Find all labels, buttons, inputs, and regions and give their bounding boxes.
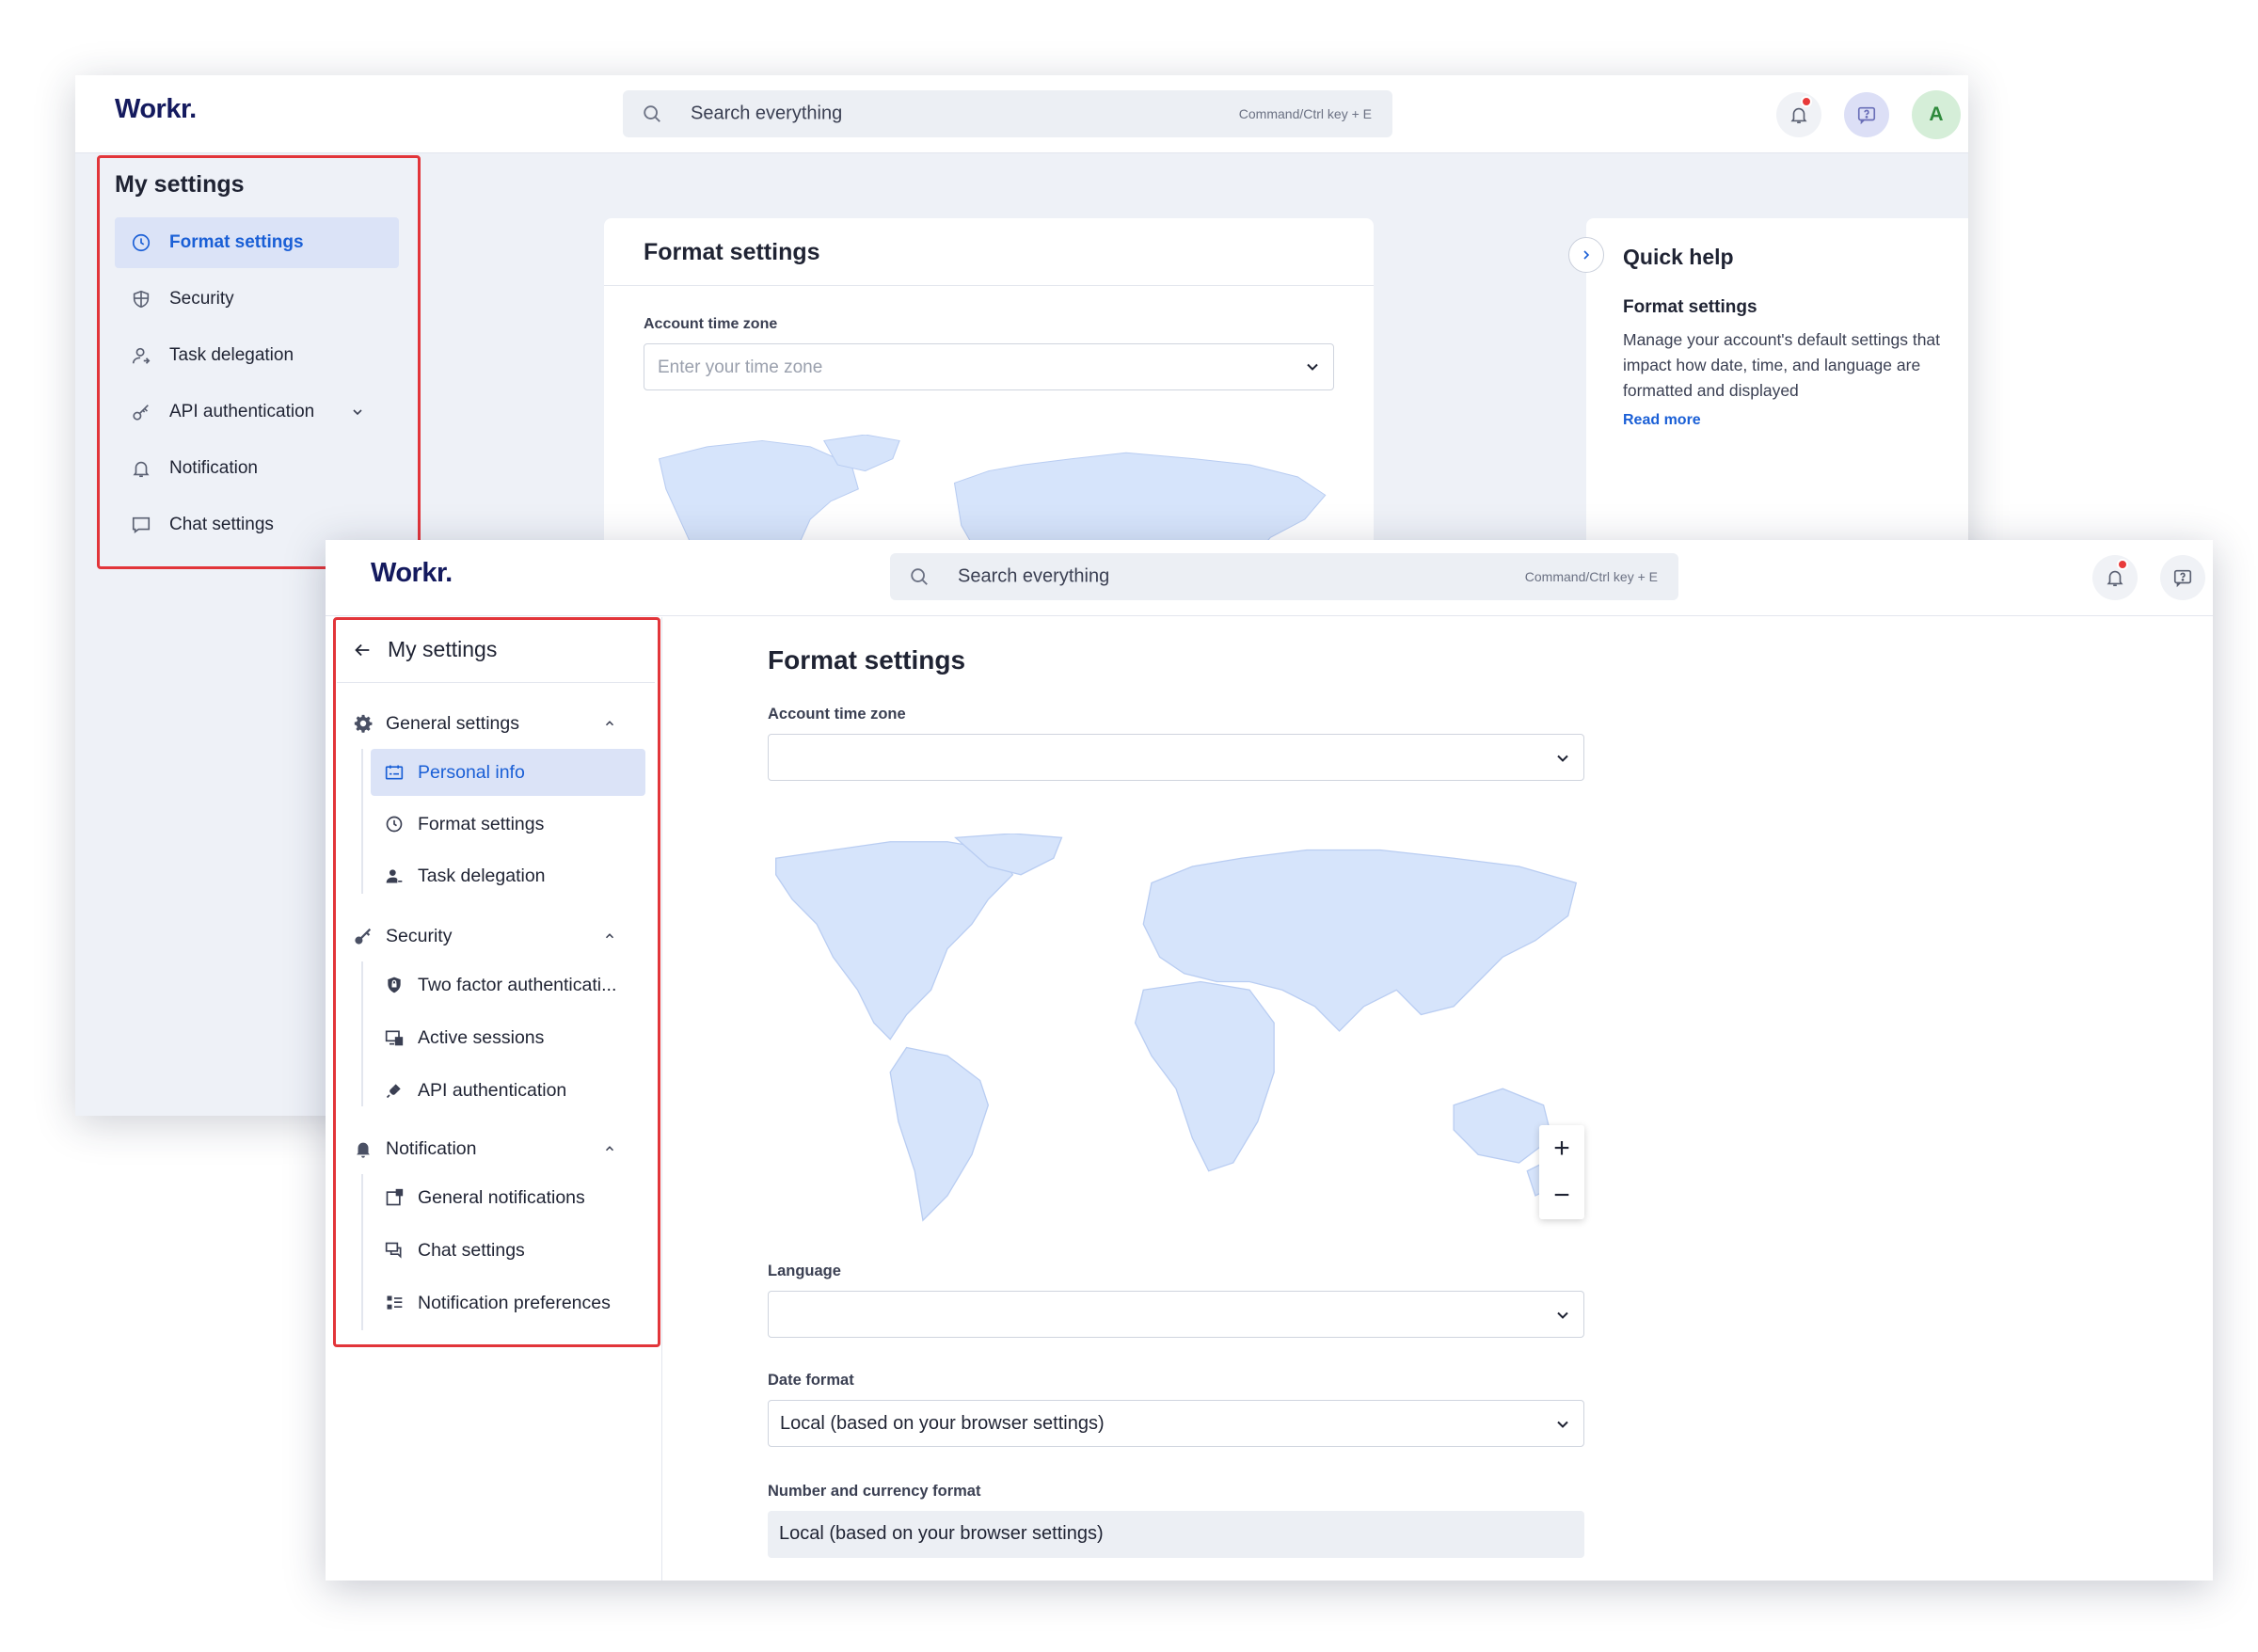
number-format-field[interactable]: Local (based on your browser settings) (768, 1511, 1584, 1558)
timezone-select[interactable]: Enter your time zone (644, 343, 1334, 390)
read-more-link[interactable]: Read more (1623, 412, 1701, 429)
zoom-out-button[interactable]: − (1539, 1172, 1584, 1219)
chevron-right-icon (1579, 247, 1594, 262)
card-title: Format settings (604, 218, 1374, 286)
quick-help-body: Manage your account's default settings t… (1623, 330, 1941, 400)
chevron-down-icon (1303, 357, 1322, 376)
timezone-label: Account time zone (768, 706, 906, 723)
bell-icon (1789, 104, 1809, 125)
date-format-select[interactable]: Local (based on your browser settings) (768, 1400, 1584, 1447)
highlight-box (333, 617, 660, 1347)
search-bar[interactable]: Search everything Command/Ctrl key + E (890, 553, 1678, 600)
search-placeholder: Search everything (691, 103, 843, 124)
help-chat-icon (2172, 567, 2193, 588)
number-format-label: Number and currency format (768, 1483, 981, 1500)
user-avatar[interactable]: A (1912, 90, 1961, 139)
timezone-label: Account time zone (644, 316, 778, 332)
brand-logo[interactable]: Workr. (115, 94, 197, 125)
date-format-label: Date format (768, 1372, 854, 1389)
top-bar: Workr. Search everything Command/Ctrl ke… (75, 75, 1968, 153)
search-shortcut-hint: Command/Ctrl key + E (1238, 106, 1372, 121)
highlight-box (97, 155, 421, 569)
chevron-down-icon (1553, 749, 1572, 768)
zoom-in-button[interactable]: + (1539, 1125, 1584, 1172)
front-settings-window: Workr. Search everything Command/Ctrl ke… (326, 540, 2213, 1581)
top-bar: Workr. Search everything Command/Ctrl ke… (326, 540, 2213, 616)
page-title: Format settings (768, 645, 966, 675)
search-icon (642, 103, 662, 124)
map-zoom-control: + − (1539, 1125, 1584, 1219)
help-chat-icon (1856, 104, 1877, 125)
chevron-down-icon (1553, 1306, 1572, 1325)
unread-indicator (1801, 96, 1812, 107)
number-format-value: Local (based on your browser settings) (779, 1523, 1104, 1544)
language-select[interactable] (768, 1291, 1584, 1338)
search-icon (909, 566, 930, 587)
brand-logo[interactable]: Workr. (371, 558, 453, 589)
notifications-button[interactable] (2092, 555, 2138, 600)
help-button[interactable] (2160, 555, 2205, 600)
date-format-value: Local (based on your browser settings) (780, 1413, 1105, 1434)
timezone-placeholder: Enter your time zone (658, 357, 823, 377)
world-map[interactable] (768, 834, 1584, 1229)
timezone-select[interactable] (768, 734, 1584, 781)
search-bar[interactable]: Search everything Command/Ctrl key + E (623, 90, 1392, 137)
chevron-down-icon (1553, 1415, 1572, 1434)
notifications-button[interactable] (1776, 92, 1821, 137)
collapse-help-button[interactable] (1568, 237, 1604, 273)
language-label: Language (768, 1263, 841, 1279)
help-button[interactable] (1844, 92, 1889, 137)
quick-help-title: Quick help (1623, 245, 1734, 269)
bell-icon (2105, 567, 2125, 588)
quick-help-subtitle: Format settings (1623, 297, 1757, 317)
search-placeholder: Search everything (958, 565, 1110, 587)
unread-indicator (2117, 559, 2128, 570)
search-shortcut-hint: Command/Ctrl key + E (1524, 569, 1658, 584)
